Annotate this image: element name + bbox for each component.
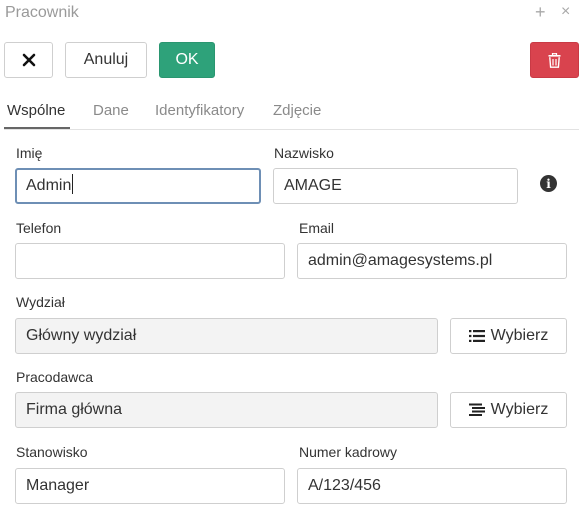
tab-wspolne[interactable]: Wspólne (7, 102, 65, 119)
pracodawca-input: Firma główna (15, 392, 438, 428)
tab-identyfikatory[interactable]: Identyfikatory (155, 102, 244, 119)
wydzial-select-button[interactable]: Wybierz (450, 318, 567, 354)
delete-button[interactable] (530, 42, 579, 78)
ok-button[interactable]: OK (159, 42, 215, 78)
pracodawca-select-label: Wybierz (490, 401, 549, 418)
org-list-icon (468, 403, 485, 416)
tab-dane[interactable]: Dane (93, 102, 129, 119)
add-window-icon[interactable]: + (535, 1, 546, 23)
wydzial-input: Główny wydział (15, 318, 438, 354)
numer-kadrowy-input[interactable]: A/123/456 (297, 468, 567, 504)
telefon-label: Telefon (16, 220, 62, 236)
active-tab-indicator (4, 127, 70, 129)
close-window-icon[interactable]: × (561, 1, 570, 23)
close-icon (22, 53, 35, 67)
window-title: Pracownik (5, 4, 79, 21)
trash-icon (548, 52, 561, 68)
imie-value: Admin (26, 177, 72, 194)
close-button[interactable] (4, 42, 53, 78)
stanowisko-input[interactable]: Manager (15, 468, 285, 504)
pracodawca-select-button[interactable]: Wybierz (450, 392, 567, 428)
text-cursor (72, 174, 74, 195)
numer-kadrowy-label: Numer kadrowy (299, 444, 398, 460)
nazwisko-input[interactable]: AMAGE (273, 168, 518, 204)
telefon-input[interactable] (15, 243, 285, 279)
tab-zdjecie[interactable]: Zdjęcie (273, 102, 321, 119)
nazwisko-label: Nazwisko (274, 145, 334, 161)
info-icon[interactable]: i (540, 175, 557, 192)
imie-label: Imię (16, 145, 43, 161)
imie-input[interactable]: Admin (15, 168, 261, 204)
wydzial-label: Wydział (16, 294, 65, 310)
stanowisko-label: Stanowisko (16, 444, 88, 460)
wydzial-select-label: Wybierz (490, 327, 549, 344)
list-icon (468, 330, 485, 342)
email-label: Email (299, 220, 335, 236)
cancel-button[interactable]: Anuluj (65, 42, 147, 78)
email-input[interactable]: admin@amagesystems.pl (297, 243, 567, 279)
pracodawca-label: Pracodawca (16, 369, 94, 385)
tabs-divider (4, 129, 579, 130)
